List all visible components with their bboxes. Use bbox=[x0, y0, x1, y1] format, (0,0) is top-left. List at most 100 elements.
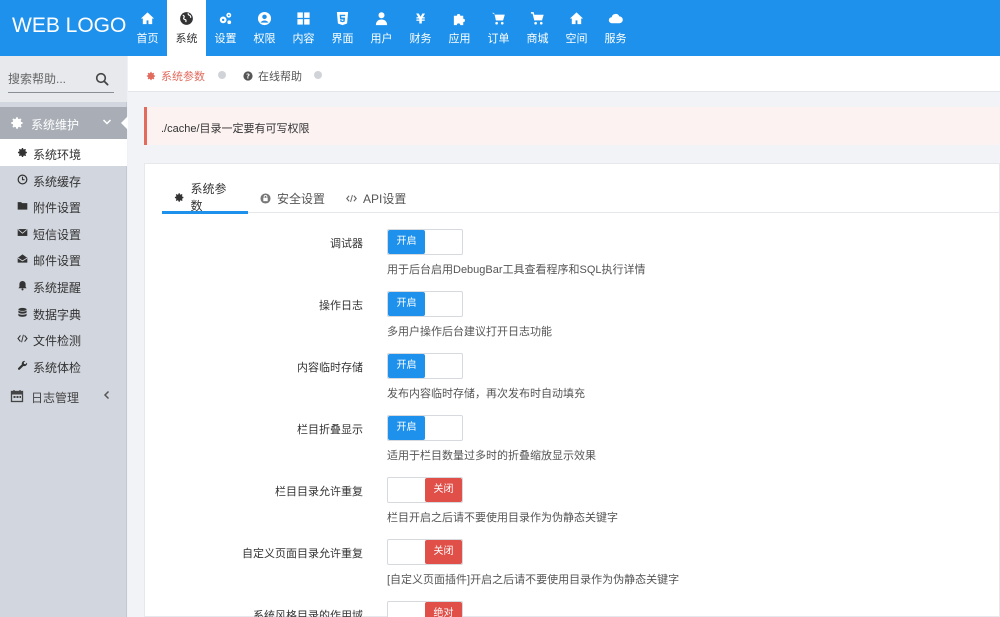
code-icon bbox=[346, 194, 357, 202]
wrench-icon bbox=[17, 360, 28, 370]
tab-api-settings[interactable]: API设置 bbox=[334, 183, 418, 213]
switch-on-label: 开启 bbox=[388, 416, 425, 440]
sidebar-item-0[interactable]: 系统环境 bbox=[0, 139, 127, 166]
sidebar-item-label: 短信设置 bbox=[33, 227, 82, 242]
database-icon bbox=[18, 307, 27, 317]
switch-off-label: 关闭 bbox=[425, 540, 462, 564]
sidebar-item-3[interactable]: 短信设置 bbox=[0, 219, 127, 246]
setting-label: 内容临时存储 bbox=[297, 362, 363, 374]
sidebar-item-6[interactable]: 数据字典 bbox=[0, 299, 127, 326]
cart-icon bbox=[491, 10, 507, 26]
nav-item-12[interactable]: 服务 bbox=[596, 0, 635, 56]
alert-warning: ./cache/目录一定要有可写权限 bbox=[144, 107, 1000, 145]
setting-label: 调试器 bbox=[330, 238, 363, 250]
breadcrumb-online-help[interactable]: ? 在线帮助 bbox=[243, 68, 302, 84]
calendar-icon bbox=[10, 390, 24, 403]
setting-toggle-switch[interactable]: 开启 bbox=[387, 415, 463, 441]
setting-toggle-switch[interactable]: 开启 bbox=[387, 229, 463, 255]
sidebar-item-label: 附件设置 bbox=[33, 201, 82, 216]
menu-group-system-maintenance[interactable]: 系统维护 bbox=[0, 107, 128, 139]
breadcrumb: 系统参数 ? 在线帮助 bbox=[128, 56, 1000, 92]
question-circle-icon: ? bbox=[243, 71, 253, 81]
setting-toggle-switch[interactable]: 关闭 bbox=[387, 477, 463, 503]
nav-item-10[interactable]: 商城 bbox=[518, 0, 557, 56]
breadcrumb-separator bbox=[218, 71, 226, 79]
puzzle-icon bbox=[452, 10, 468, 26]
shopping-cart-icon bbox=[530, 10, 546, 26]
setting-toggle-switch[interactable]: 绝对 bbox=[387, 601, 463, 617]
setting-help-text: 发布内容临时存储，再次发布时自动填充 bbox=[387, 388, 585, 400]
nav-item-1[interactable]: 系统 bbox=[167, 0, 206, 56]
globe-icon bbox=[179, 10, 195, 26]
nav-item-label: 权限 bbox=[253, 33, 276, 45]
setting-toggle-switch[interactable]: 开启 bbox=[387, 353, 463, 379]
nav-item-0[interactable]: 首页 bbox=[128, 0, 167, 56]
sidebar-search bbox=[0, 56, 127, 102]
folder-icon bbox=[17, 202, 28, 210]
setting-help-text: 栏目开启之后请不要使用目录作为伪静态关键字 bbox=[387, 512, 618, 524]
sidebar-item-label: 系统环境 bbox=[33, 148, 82, 162]
bell-icon bbox=[18, 281, 27, 291]
nav-item-8[interactable]: 应用 bbox=[440, 0, 479, 56]
nav-item-2[interactable]: 设置 bbox=[206, 0, 245, 56]
nav-item-label: 服务 bbox=[604, 33, 627, 45]
menu-group-label: 日志管理 bbox=[31, 391, 80, 405]
tab-bar: 系统参数 安全设置 API设置 bbox=[162, 182, 1000, 214]
logo: WEB LOGO bbox=[12, 14, 127, 37]
menu-group-label: 系统维护 bbox=[31, 118, 80, 132]
nav-item-3[interactable]: 权限 bbox=[245, 0, 284, 56]
setting-label: 栏目目录允许重复 bbox=[275, 486, 363, 498]
nav-item-4[interactable]: 内容 bbox=[284, 0, 323, 56]
sidebar-item-7[interactable]: 文件检测 bbox=[0, 325, 127, 352]
setting-label: 自定义页面目录允许重复 bbox=[242, 548, 363, 560]
nav-item-7[interactable]: ¥ 财务 bbox=[401, 0, 440, 56]
submenu-system-maintenance: 系统环境系统缓存附件设置短信设置邮件设置系统提醒数据字典 文件检测 系统体检 bbox=[0, 139, 127, 378]
yen-icon: ¥ bbox=[413, 10, 429, 26]
nav-item-label: 订单 bbox=[487, 33, 510, 45]
setting-toggle-switch[interactable]: 开启 bbox=[387, 291, 463, 317]
search-input[interactable] bbox=[8, 70, 88, 88]
switch-on-label: 开启 bbox=[388, 354, 425, 378]
chevron-left-icon bbox=[103, 390, 110, 400]
html5-icon bbox=[335, 10, 351, 26]
alert-text: ./cache/目录一定要有可写权限 bbox=[161, 123, 310, 135]
sidebar-item-4[interactable]: 邮件设置 bbox=[0, 245, 127, 272]
envelope-open-icon bbox=[17, 254, 28, 263]
cog-icon bbox=[11, 117, 23, 129]
setting-help-text: 多用户操作后台建议打开日志功能 bbox=[387, 326, 552, 338]
cog-icon bbox=[174, 192, 184, 202]
sidebar-item-label: 系统提醒 bbox=[33, 280, 82, 295]
nav-item-label: 空间 bbox=[565, 33, 588, 45]
tab-system-params[interactable]: 系统参数 bbox=[162, 182, 248, 214]
sidebar-item-5[interactable]: 系统提醒 bbox=[0, 272, 127, 299]
setting-label: 系统风格目录的作用域 bbox=[253, 610, 363, 617]
sidebar-item-1[interactable]: 系统缓存 bbox=[0, 166, 127, 193]
search-icon[interactable] bbox=[95, 72, 109, 86]
search-underline bbox=[8, 92, 114, 93]
chevron-down-icon bbox=[102, 119, 112, 125]
nav-item-5[interactable]: 界面 bbox=[323, 0, 362, 56]
home-icon bbox=[140, 10, 156, 26]
cloud-icon bbox=[608, 10, 624, 26]
nav-item-label: 用户 bbox=[370, 33, 393, 45]
home-icon bbox=[569, 10, 585, 26]
nav-item-9[interactable]: 订单 bbox=[479, 0, 518, 56]
setting-help-text: [自定义页面插件]开启之后请不要使用目录作为伪静态关键字 bbox=[387, 574, 680, 586]
sidebar-item-2[interactable]: 附件设置 bbox=[0, 192, 127, 219]
switch-on-label: 开启 bbox=[388, 292, 425, 316]
setting-help-text: 适用于栏目数量过多时的折叠缩放显示效果 bbox=[387, 450, 596, 462]
cog-icon bbox=[146, 71, 155, 81]
setting-toggle-switch[interactable]: 关闭 bbox=[387, 539, 463, 565]
menu-group-log-management[interactable]: 日志管理 bbox=[0, 380, 127, 412]
sidebar-item-8[interactable]: 系统体检 bbox=[0, 352, 127, 379]
tab-label: 系统参数 bbox=[190, 182, 227, 213]
lock-icon bbox=[260, 192, 271, 204]
envelope-icon bbox=[17, 228, 28, 236]
tab-security-settings[interactable]: 安全设置 bbox=[248, 183, 337, 213]
nav-item-6[interactable]: 用户 bbox=[362, 0, 401, 56]
nav-item-11[interactable]: 空间 bbox=[557, 0, 596, 56]
cogs-icon bbox=[218, 10, 234, 26]
user-icon bbox=[374, 10, 390, 26]
breadcrumb-system-params[interactable]: 系统参数 bbox=[146, 68, 205, 84]
settings-panel: 系统参数 安全设置 API设置 调试器 开启 用于后台启用DebugBar工具查看程… bbox=[144, 163, 1000, 617]
